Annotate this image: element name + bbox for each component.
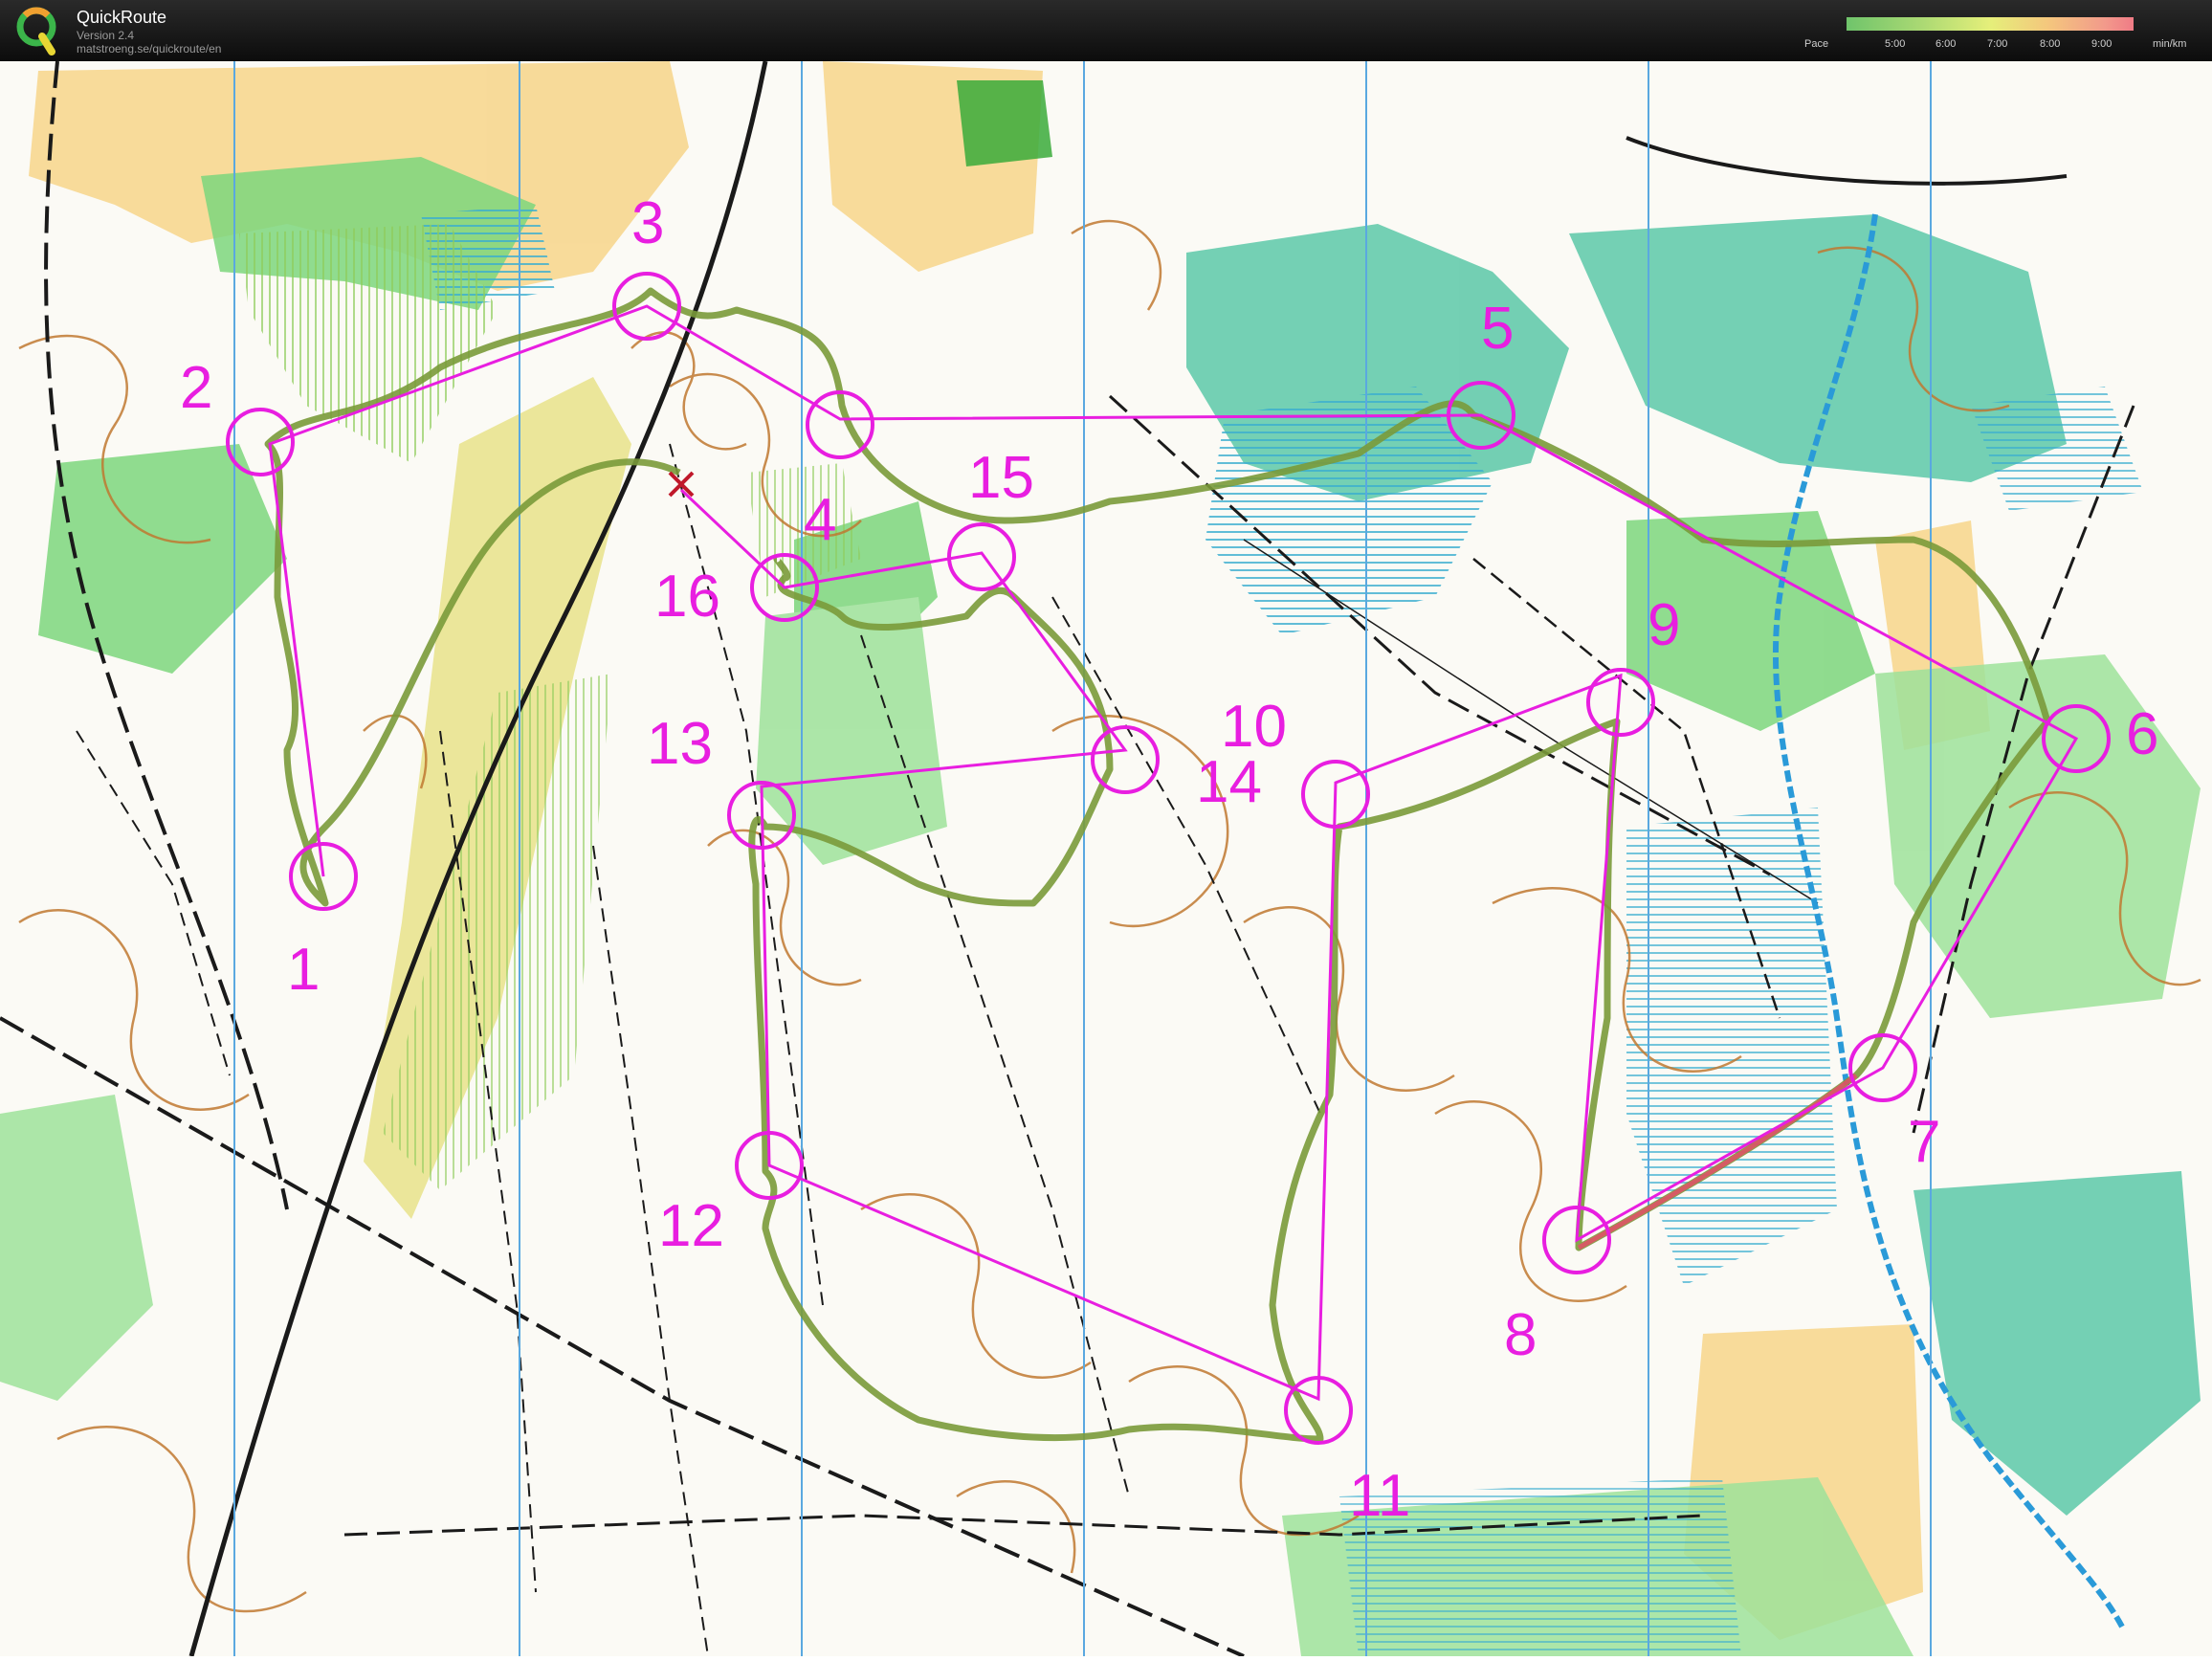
- control-label-14: 14: [1196, 749, 1262, 815]
- app-url: matstroeng.se/quickroute/en: [77, 42, 222, 55]
- pace-color-bar: [1847, 17, 2134, 31]
- control-label-2: 2: [180, 355, 212, 421]
- app-name: QuickRoute: [77, 8, 167, 27]
- pace-tick: 5:00: [1885, 38, 1906, 50]
- control-label-5: 5: [1481, 296, 1514, 362]
- pace-tick: 7:00: [1987, 38, 2008, 50]
- control-label-3: 3: [631, 190, 664, 256]
- title-bar: QuickRoute Version 2.4 matstroeng.se/qui…: [0, 0, 2212, 61]
- pace-tick: 9:00: [2091, 38, 2112, 50]
- pace-tick: 6:00: [1936, 38, 1957, 50]
- pace-legend: Pace 5:00 6:00 7:00 8:00 9:00 min/km: [1799, 15, 2212, 61]
- control-label-12: 12: [658, 1193, 724, 1259]
- control-label-13: 13: [647, 711, 713, 777]
- control-label-8: 8: [1504, 1302, 1537, 1368]
- pace-tick: 8:00: [2040, 38, 2061, 50]
- control-label-9: 9: [1648, 592, 1680, 658]
- app-version: Version 2.4: [77, 29, 135, 42]
- control-label-6: 6: [2126, 701, 2158, 767]
- control-label-7: 7: [1908, 1109, 1940, 1175]
- control-label-15: 15: [968, 445, 1034, 511]
- pace-unit: min/km: [2153, 38, 2187, 50]
- control-label-11: 11: [1349, 1463, 1410, 1529]
- control-label-4: 4: [804, 487, 836, 553]
- control-label-1: 1: [287, 937, 320, 1003]
- control-label-16: 16: [654, 564, 720, 630]
- pace-label: Pace: [1804, 38, 1829, 50]
- map-canvas[interactable]: 1 2 3 4 5 6 7 8 9 10 11 12 13 14 15 16: [0, 60, 2212, 1658]
- quickroute-logo: [16, 7, 56, 55]
- orienteering-map[interactable]: 1 2 3 4 5 6 7 8 9 10 11 12 13 14 15 16: [0, 60, 2212, 1658]
